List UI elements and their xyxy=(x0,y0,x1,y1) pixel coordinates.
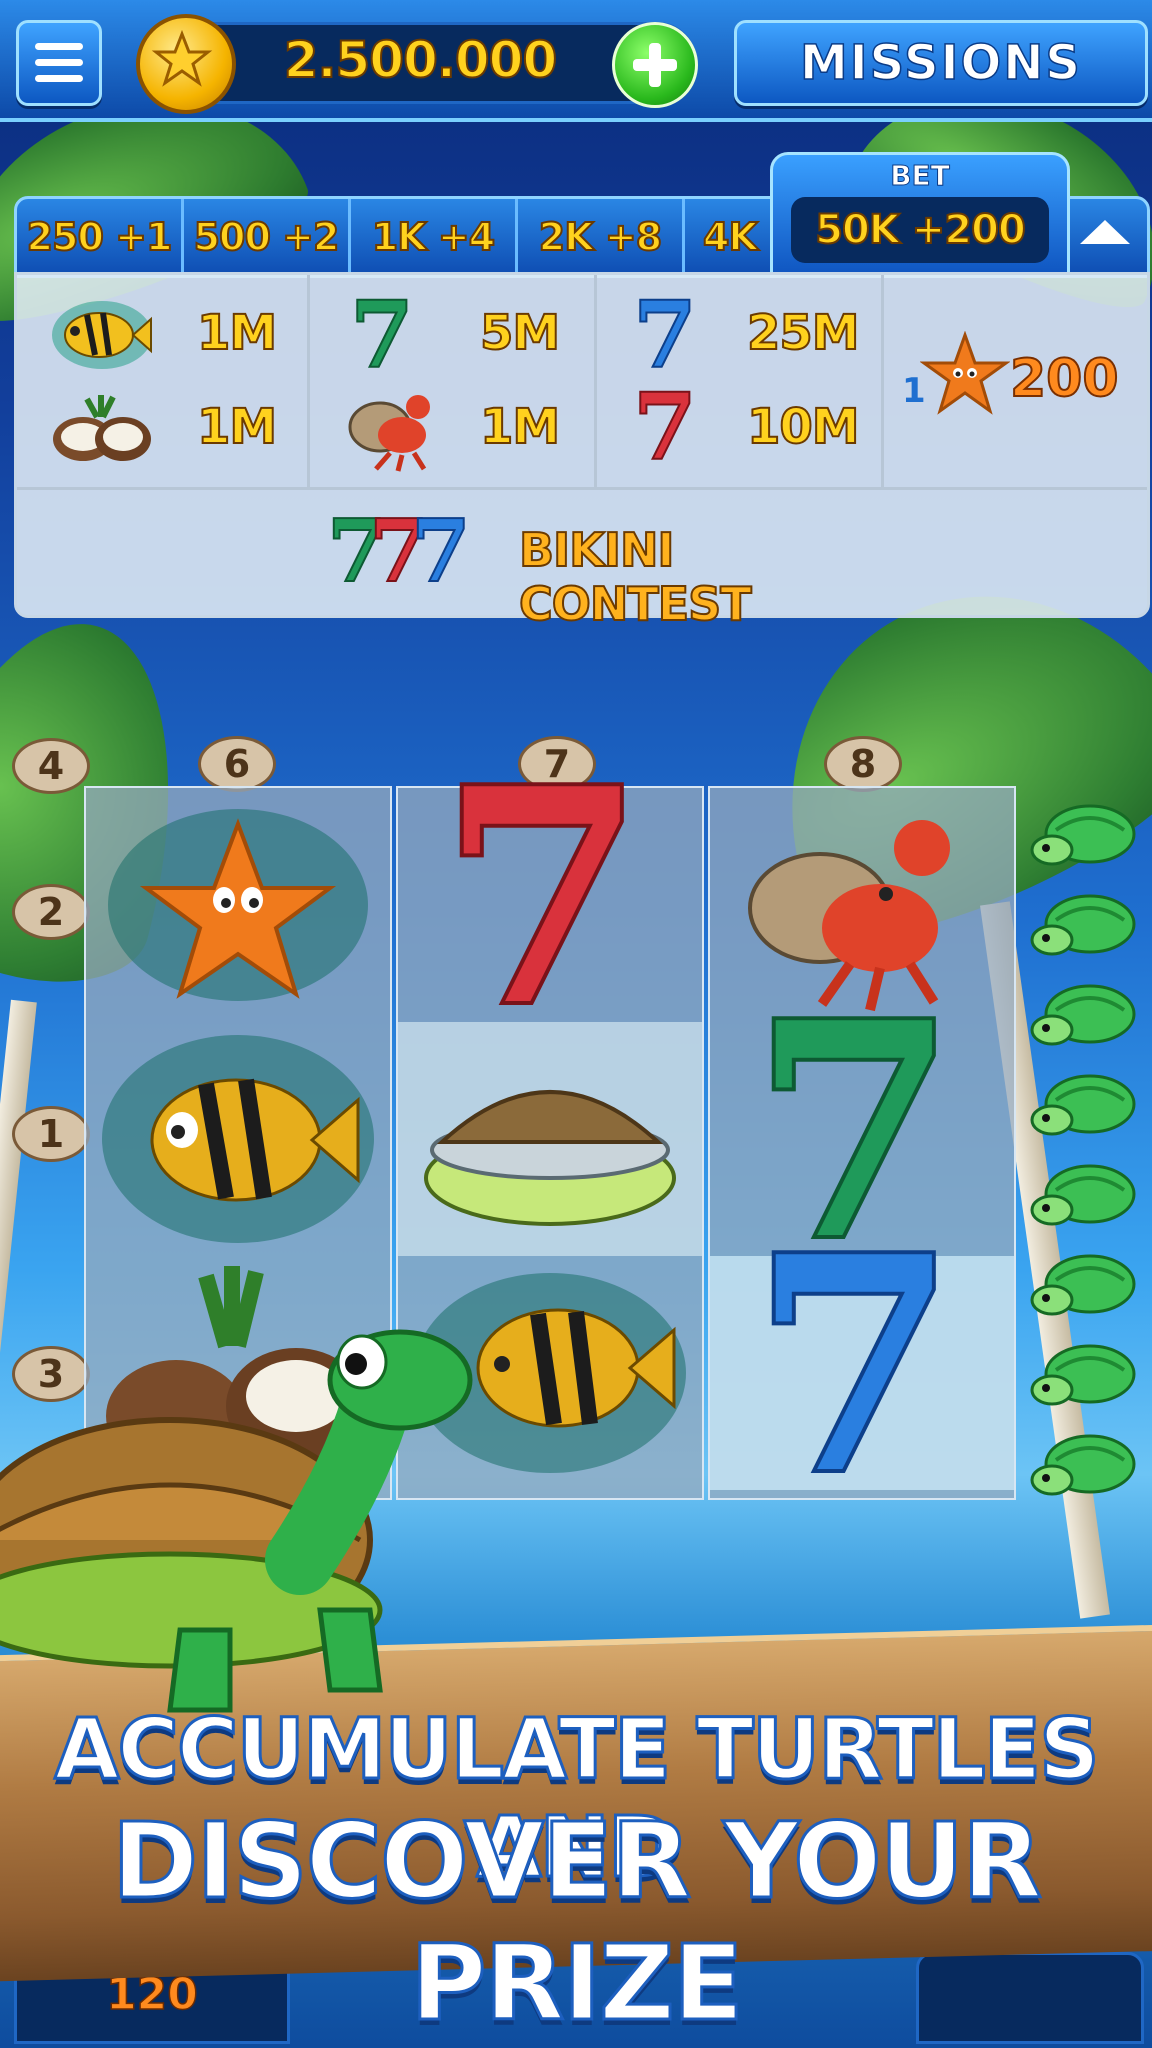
payline-marker: 6 xyxy=(198,736,276,792)
yellow-fish-icon xyxy=(52,301,152,369)
coin-balance: 2.500.000 xyxy=(283,30,559,90)
reel: 7 7 xyxy=(708,786,1016,1518)
turtle-mascot xyxy=(0,1329,473,1713)
meter-turtle-icon xyxy=(1030,1430,1140,1506)
meter-turtle-icon xyxy=(1030,1070,1140,1146)
payline-marker: 4 xyxy=(12,738,90,794)
red-seven-icon: 7 xyxy=(632,372,698,482)
menu-icon-line xyxy=(35,59,83,66)
paytable-column: 1M 1M xyxy=(17,275,310,487)
red-seven-icon: 7 xyxy=(436,721,649,1074)
starfish-icon xyxy=(920,331,1010,415)
meter-turtle-icon xyxy=(1030,1340,1140,1416)
bet-option[interactable]: 2K +8 xyxy=(518,199,685,275)
payline-marker: 8 xyxy=(824,736,902,792)
reel-cell xyxy=(86,1022,390,1256)
promo-headline-line2: DISCOVER YOUR PRIZE xyxy=(110,1799,1043,2046)
meter-turtle-icon xyxy=(1030,800,1140,876)
payout-value: 5M xyxy=(479,304,561,362)
hermit-crab-icon xyxy=(348,395,430,472)
game-screen: 2.500.000 MISSIONS 250 +1 500 +2 1K +4 2… xyxy=(0,0,1152,2048)
meter-turtle-icon xyxy=(1030,890,1140,966)
starfish-icon xyxy=(108,809,368,1001)
payout-value: 1M xyxy=(196,304,278,362)
paytable-column: 1 200 xyxy=(884,275,1147,487)
turtle-shell-bonus-icon xyxy=(424,1090,676,1226)
menu-button[interactable] xyxy=(16,20,102,106)
bet-option[interactable]: 4K xyxy=(685,199,775,275)
blue-seven-icon: 7 xyxy=(748,1189,961,1542)
paytable: 1M 1M 7 5M 1M 7 25M 7 10M 1 200 7 7 7 BI… xyxy=(14,272,1150,632)
bet-option[interactable]: 250 +1 xyxy=(17,199,184,275)
meter-turtle-icon xyxy=(1030,1160,1140,1236)
paytable-column: 7 25M 7 10M xyxy=(597,275,884,487)
reel-cell xyxy=(86,788,390,1022)
selected-bet-tab[interactable]: BET 50K +200 xyxy=(770,152,1070,278)
blue-seven-icon: 7 xyxy=(410,500,472,603)
bet-label: BET xyxy=(890,159,951,193)
reel-cell: 7 xyxy=(710,1214,1014,1518)
paytable-column: 7 5M 1M xyxy=(310,275,597,487)
paytable-divider xyxy=(17,487,1147,490)
selected-bet-value: 50K +200 xyxy=(791,197,1049,263)
payout-value: 10M xyxy=(746,398,861,456)
bonus-label: BIKINI CONTEST xyxy=(518,522,753,632)
bet-option[interactable]: 1K +4 xyxy=(351,199,518,275)
bonus-row: 7 7 7 BIKINI CONTEST xyxy=(326,500,887,632)
menu-icon-line xyxy=(35,75,83,82)
payline-marker: 1 xyxy=(12,1106,90,1162)
payout-value: 200 xyxy=(1009,348,1120,410)
payout-value: 1M xyxy=(196,398,278,456)
coconut-icon xyxy=(53,395,151,461)
payline-marker: 2 xyxy=(12,884,90,940)
meter-turtle-icon xyxy=(1030,980,1140,1056)
add-coins-button[interactable] xyxy=(612,22,698,108)
payout-value: 1M xyxy=(479,398,561,456)
bet-expand-arrow-icon[interactable] xyxy=(1070,200,1140,266)
menu-icon xyxy=(35,43,83,50)
missions-button[interactable]: MISSIONS xyxy=(734,20,1148,106)
green-seven-icon: 7 xyxy=(349,280,415,390)
payout-value: 25M xyxy=(746,304,861,362)
meter-turtle-icon xyxy=(1030,1250,1140,1326)
bet-option[interactable]: 500 +2 xyxy=(184,199,351,275)
reel-cell xyxy=(398,1022,702,1256)
reel-cell: 7 xyxy=(398,746,702,1050)
yellow-fish-icon xyxy=(102,1035,374,1243)
coin-icon xyxy=(136,14,236,114)
